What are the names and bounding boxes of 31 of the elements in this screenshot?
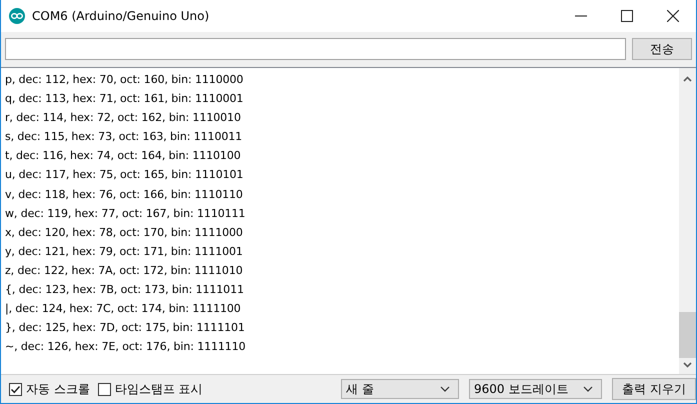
output-line: ~, dec: 126, hex: 7E, oct: 176, bin: 1111110 <box>5 339 246 356</box>
send-button[interactable]: 전송 <box>632 38 692 60</box>
output-line: y, dec: 121, hex: 79, oct: 171, bin: 1111001 <box>5 244 244 260</box>
window-title: COM6 (Arduino/Genuino Uno) <box>32 9 210 23</box>
clear-output-button[interactable]: 출력 지우기 <box>612 378 696 400</box>
output-line: |, dec: 124, hex: 7C, oct: 174, bin: 1111100 <box>5 301 242 318</box>
line-ending-dropdown[interactable]: 새 줄 <box>341 379 459 399</box>
output-line: r, dec: 114, hex: 72, oct: 162, bin: 1110010 <box>5 110 242 126</box>
scrollbar-drawing[interactable] <box>679 68 696 374</box>
output-line: z, dec: 122, hex: 7A, oct: 172, bin: 1111010 <box>5 262 244 279</box>
output-line: }, dec: 125, hex: 7D, oct: 175, bin: 1111101 <box>5 320 246 336</box>
checkbox-label[interactable]: 타임스탬프 표시 <box>114 380 203 398</box>
checkbox[interactable] <box>98 382 111 396</box>
close-icon[interactable] <box>667 10 679 22</box>
chevron-down-icon <box>583 386 593 392</box>
output-line: u, dec: 117, hex: 75, oct: 165, bin: 1110101 <box>5 167 244 184</box>
app-logo-icon <box>9 8 25 24</box>
baud-rate-dropdown[interactable]: 9600 보드레이트 <box>469 379 602 399</box>
chevron-down-icon <box>440 386 450 392</box>
output-line: t, dec: 116, hex: 74, oct: 164, bin: 1110100 <box>5 148 242 164</box>
checkbox-label[interactable]: 자동 스크롤 <box>26 380 90 398</box>
output-line: q, dec: 113, hex: 71, oct: 161, bin: 1110001 <box>5 91 244 108</box>
maximize-icon[interactable] <box>621 10 633 22</box>
input-field[interactable] <box>5 38 626 60</box>
output-line: w, dec: 119, hex: 77, oct: 167, bin: 1110111 <box>5 206 246 222</box>
output-line: p, dec: 112, hex: 70, oct: 160, bin: 1110000 <box>5 72 244 88</box>
output-line: s, dec: 115, hex: 73, oct: 163, bin: 1110011 <box>5 129 244 146</box>
output-line: x, dec: 120, hex: 78, oct: 170, bin: 1111000 <box>5 224 244 241</box>
checkbox[interactable] <box>9 382 22 396</box>
output-line: v, dec: 118, hex: 76, oct: 166, bin: 1110110 <box>5 186 244 203</box>
output-line: {, dec: 123, hex: 7B, oct: 173, bin: 1111011 <box>5 282 245 298</box>
